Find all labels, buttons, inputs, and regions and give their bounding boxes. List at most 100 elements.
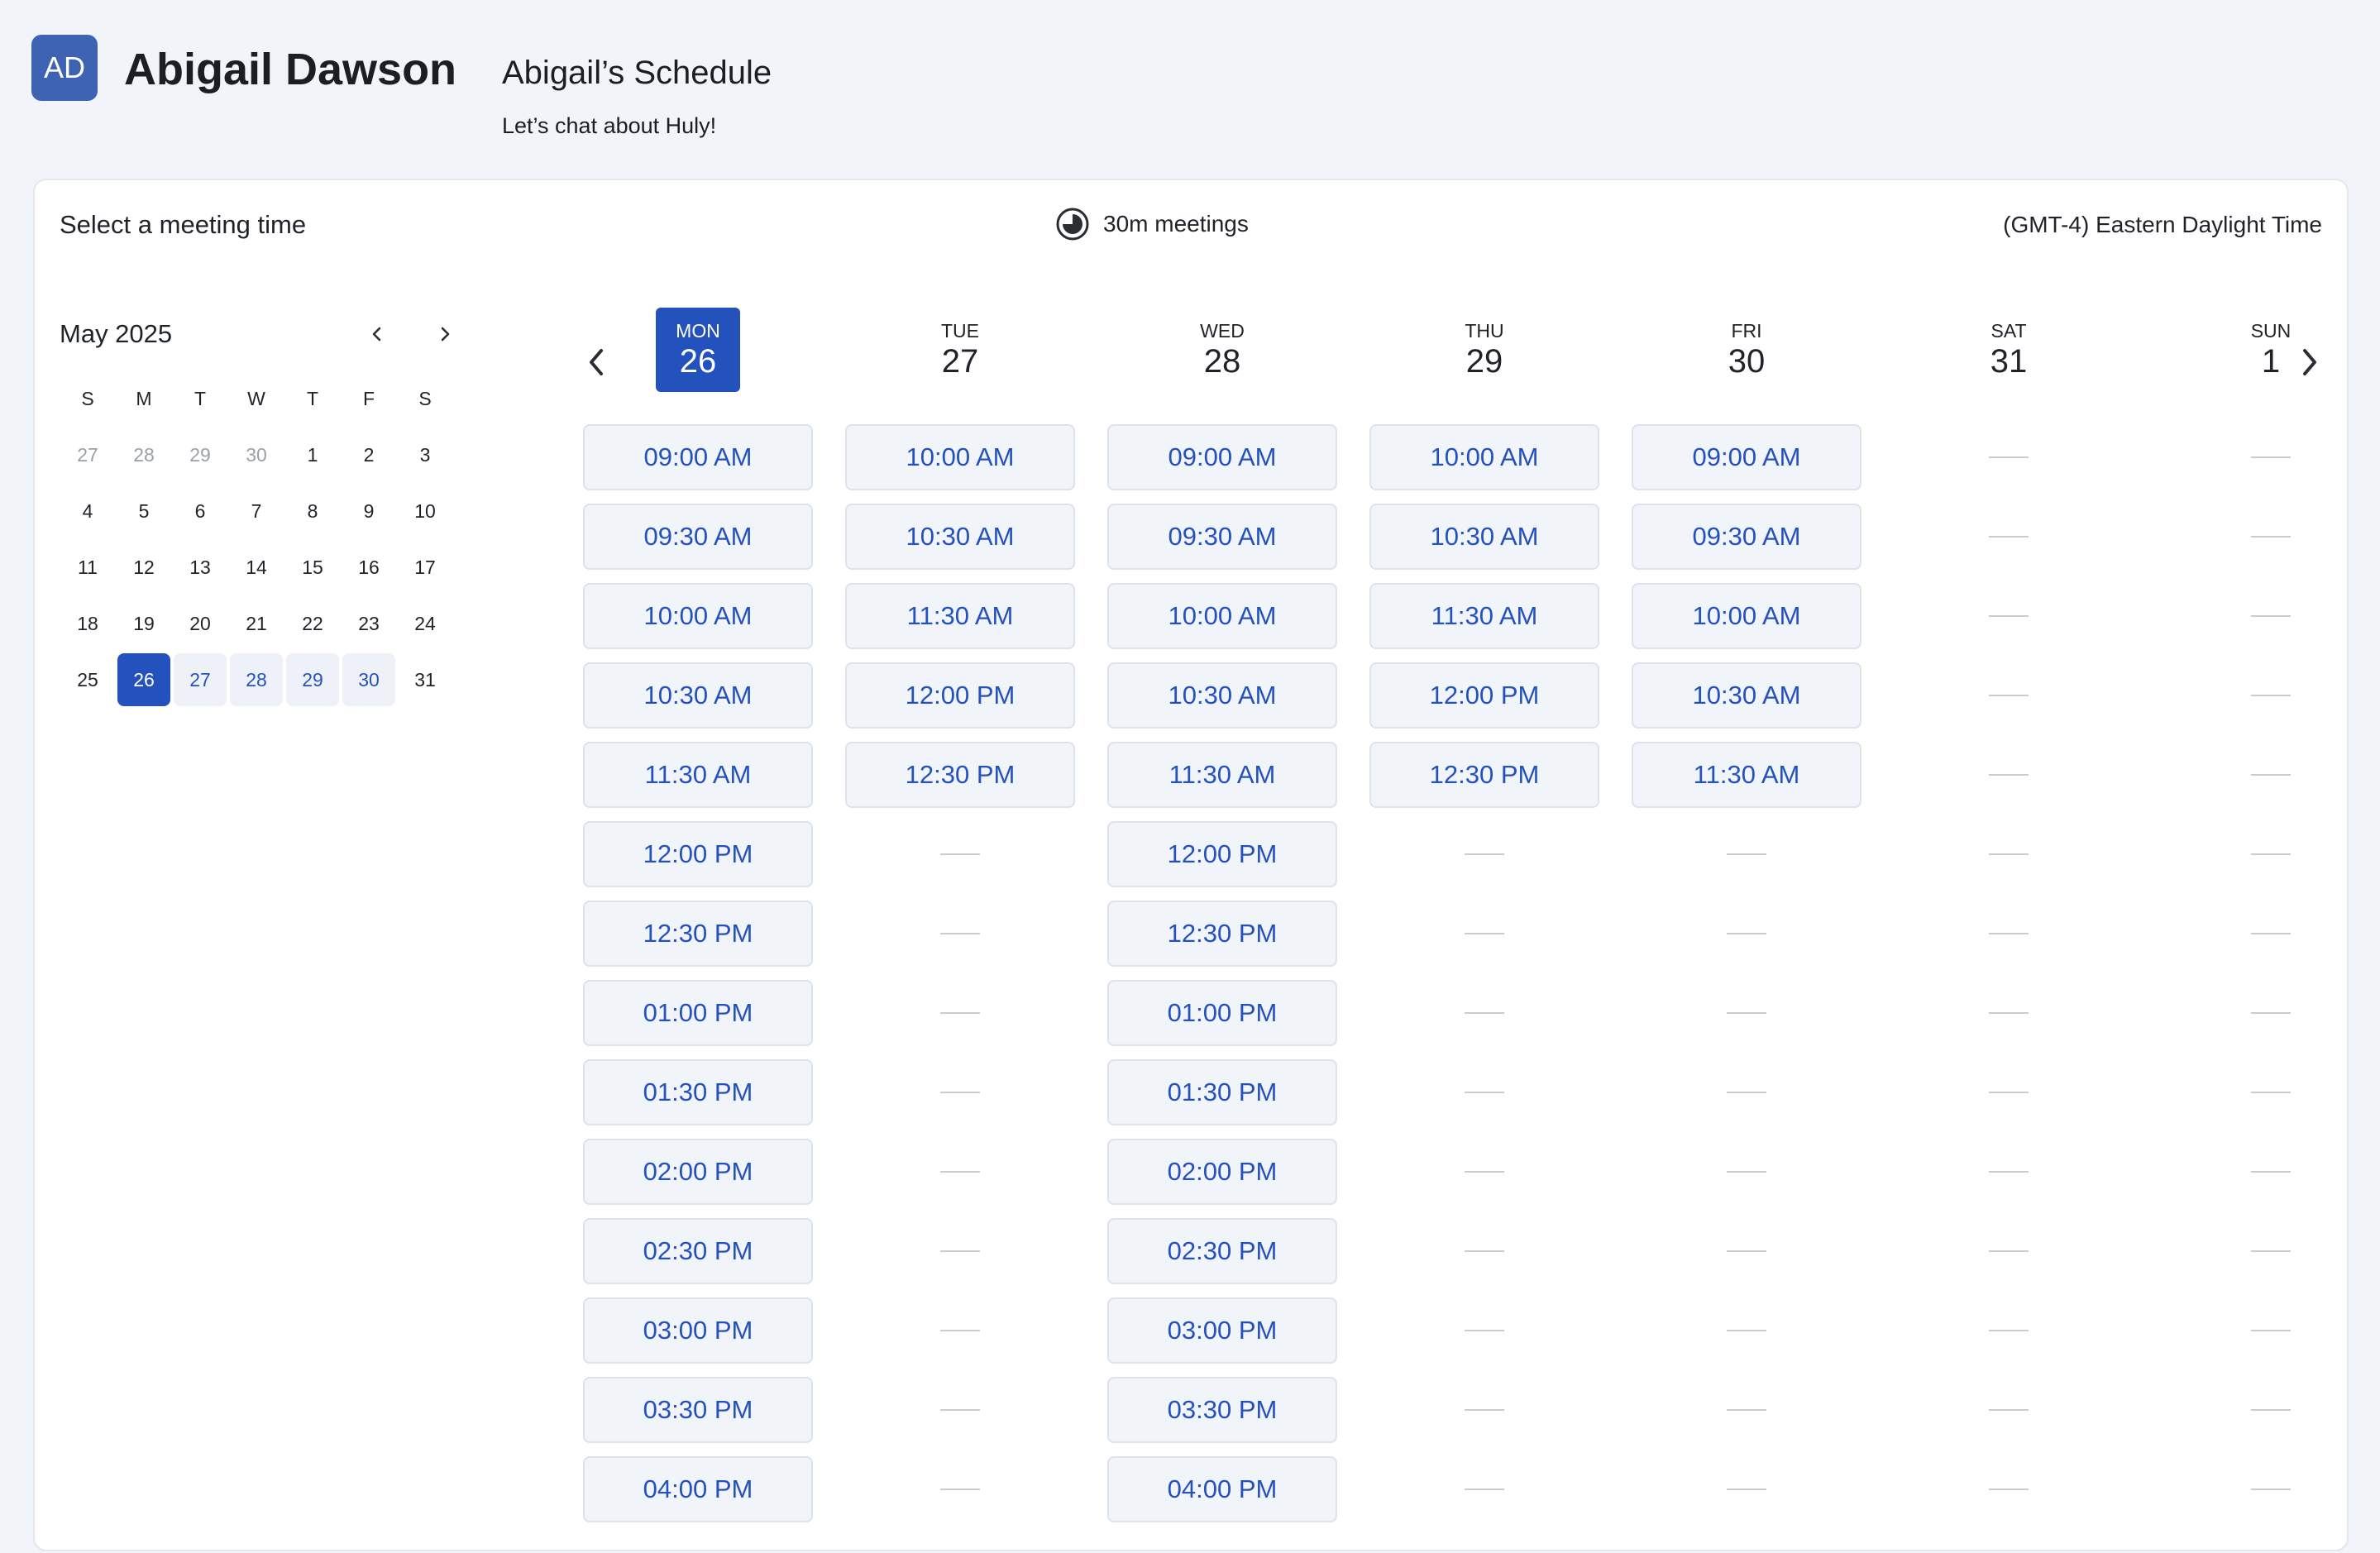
time-slot-button[interactable]: 02:00 PM xyxy=(1107,1139,1337,1205)
time-slot-button[interactable]: 01:30 PM xyxy=(583,1059,813,1125)
dash-icon xyxy=(1727,1171,1766,1173)
time-slot-button[interactable]: 03:30 PM xyxy=(1107,1377,1337,1443)
time-slot-button[interactable]: 04:00 PM xyxy=(583,1456,813,1522)
time-slot-button[interactable]: 10:30 AM xyxy=(583,662,813,729)
time-slot-list: 10:00 AM 10:30 AM 11:30 AM 12:00 PM 12:30 PM xyxy=(1369,424,1599,1536)
mini-calendar-day-available[interactable]: 28 xyxy=(230,653,283,706)
day-header-selected[interactable]: MON 26 xyxy=(656,308,740,392)
time-slot-button[interactable]: 11:30 AM xyxy=(1632,742,1861,808)
day-column-mon: MON 26 09:00 AM 09:30 AM 10:00 AM 10:30 AM 11:… xyxy=(583,296,813,1522)
time-slot-button[interactable]: 12:00 PM xyxy=(583,821,813,887)
no-slot-placeholder xyxy=(845,1218,1075,1284)
time-slot-button[interactable]: 03:30 PM xyxy=(583,1377,813,1443)
dash-icon xyxy=(940,1488,980,1490)
mini-calendar-day-available[interactable]: 29 xyxy=(286,653,339,706)
day-header-chip[interactable]: WED 28 xyxy=(1180,308,1264,392)
no-slot-placeholder xyxy=(1632,980,1861,1046)
time-slot-button[interactable]: 10:00 AM xyxy=(1369,424,1599,490)
time-slot-button[interactable]: 11:30 AM xyxy=(583,742,813,808)
weekday-label: T xyxy=(306,387,319,409)
time-slot-button[interactable]: 02:00 PM xyxy=(583,1139,813,1205)
mini-calendar-day: 21 xyxy=(246,612,267,634)
time-slot-button[interactable]: 10:00 AM xyxy=(583,583,813,649)
time-slot-button[interactable]: 12:30 PM xyxy=(583,901,813,967)
timezone-label[interactable]: (GMT-4) Eastern Daylight Time xyxy=(2003,208,2322,241)
avatar: AD xyxy=(31,35,98,101)
time-slot-button[interactable]: 01:00 PM xyxy=(583,980,813,1046)
time-slot-button[interactable]: 01:00 PM xyxy=(1107,980,1337,1046)
dash-icon xyxy=(2251,456,2291,458)
day-number-label: 29 xyxy=(1465,343,1503,380)
dash-icon xyxy=(2251,1330,2291,1331)
mini-calendar-day: 16 xyxy=(358,556,380,578)
time-slot-button[interactable]: 12:30 PM xyxy=(1107,901,1337,967)
time-slot-button[interactable]: 12:00 PM xyxy=(1107,821,1337,887)
time-slot-button[interactable]: 10:30 AM xyxy=(1632,662,1861,729)
no-slot-placeholder xyxy=(2156,821,2380,887)
no-slot-placeholder xyxy=(1894,1139,2124,1205)
dash-icon xyxy=(2251,1488,2291,1490)
time-slot-button[interactable]: 12:30 PM xyxy=(1369,742,1599,808)
weekday-label: T xyxy=(194,387,207,409)
day-header: THU 29 xyxy=(1369,296,1599,402)
time-slot-button[interactable]: 02:30 PM xyxy=(583,1218,813,1284)
mini-calendar-day: 5 xyxy=(138,499,150,522)
day-column-wed: WED 28 09:00 AM 09:30 AM 10:00 AM 10:30 AM 11:… xyxy=(1107,296,1337,1522)
mini-calendar-day-available[interactable]: 30 xyxy=(342,653,395,706)
mini-calendar-day: 18 xyxy=(77,612,98,634)
time-slot-button[interactable]: 09:00 AM xyxy=(1632,424,1861,490)
day-header-chip[interactable]: THU 29 xyxy=(1442,308,1527,392)
dash-icon xyxy=(1727,1409,1766,1411)
no-slot-placeholder xyxy=(1632,1297,1861,1364)
dash-icon xyxy=(1989,933,2029,934)
no-slot-placeholder xyxy=(1369,901,1599,967)
time-slot-button[interactable]: 09:30 AM xyxy=(1632,504,1861,570)
time-slot-button[interactable]: 11:30 AM xyxy=(1107,742,1337,808)
no-slot-placeholder xyxy=(2156,1139,2380,1205)
time-slot-button[interactable]: 11:30 AM xyxy=(845,583,1075,649)
dash-icon xyxy=(940,1092,980,1093)
time-slot-button[interactable]: 01:30 PM xyxy=(1107,1059,1337,1125)
day-header-chip[interactable]: SUN 1 xyxy=(2229,308,2313,392)
time-slot-button[interactable]: 09:00 AM xyxy=(583,424,813,490)
time-slot-button[interactable]: 11:30 AM xyxy=(1369,583,1599,649)
day-header: SUN 1 xyxy=(2156,296,2380,402)
mini-calendar-day-selected[interactable]: 26 xyxy=(117,653,170,706)
dash-icon xyxy=(1727,853,1766,855)
no-slot-placeholder xyxy=(1632,1456,1861,1522)
day-number-label: 1 xyxy=(2261,343,2281,380)
time-slot-button[interactable]: 04:00 PM xyxy=(1107,1456,1337,1522)
time-slot-button[interactable]: 12:00 PM xyxy=(1369,662,1599,729)
time-slot-button[interactable]: 09:30 AM xyxy=(1107,504,1337,570)
no-slot-placeholder xyxy=(1369,1377,1599,1443)
dash-icon xyxy=(1989,536,2029,538)
day-header: FRI 30 xyxy=(1632,296,1861,402)
weekday-label: S xyxy=(418,387,432,409)
mini-calendar-next-button[interactable] xyxy=(423,313,466,356)
time-slot-button[interactable]: 10:00 AM xyxy=(1107,583,1337,649)
no-slot-placeholder xyxy=(1369,1139,1599,1205)
time-slot-button[interactable]: 12:00 PM xyxy=(845,662,1075,729)
mini-calendar-prev-button[interactable] xyxy=(356,313,399,356)
no-slot-placeholder xyxy=(2156,1377,2380,1443)
time-slot-button[interactable]: 12:30 PM xyxy=(845,742,1075,808)
no-slot-placeholder xyxy=(1369,1059,1599,1125)
day-header-chip[interactable]: SAT 31 xyxy=(1967,308,2051,392)
dash-icon xyxy=(2251,1012,2291,1014)
duration-indicator: 30m meetings xyxy=(1055,205,1249,243)
week-view: MON 26 09:00 AM 09:30 AM 10:00 AM 10:30 AM 11:… xyxy=(547,296,2342,1553)
time-slot-button[interactable]: 03:00 PM xyxy=(583,1297,813,1364)
time-slot-button[interactable]: 09:00 AM xyxy=(1107,424,1337,490)
time-slot-button[interactable]: 10:00 AM xyxy=(845,424,1075,490)
time-slot-button[interactable]: 10:00 AM xyxy=(1632,583,1861,649)
mini-calendar-day-available[interactable]: 27 xyxy=(174,653,227,706)
time-slot-button[interactable]: 10:30 AM xyxy=(1369,504,1599,570)
day-header-chip[interactable]: TUE 27 xyxy=(918,308,1002,392)
time-slot-button[interactable]: 10:30 AM xyxy=(845,504,1075,570)
time-slot-button[interactable]: 09:30 AM xyxy=(583,504,813,570)
time-slot-button[interactable]: 10:30 AM xyxy=(1107,662,1337,729)
day-header-chip[interactable]: FRI 30 xyxy=(1704,308,1789,392)
dash-icon xyxy=(1727,1488,1766,1490)
time-slot-button[interactable]: 03:00 PM xyxy=(1107,1297,1337,1364)
time-slot-button[interactable]: 02:30 PM xyxy=(1107,1218,1337,1284)
